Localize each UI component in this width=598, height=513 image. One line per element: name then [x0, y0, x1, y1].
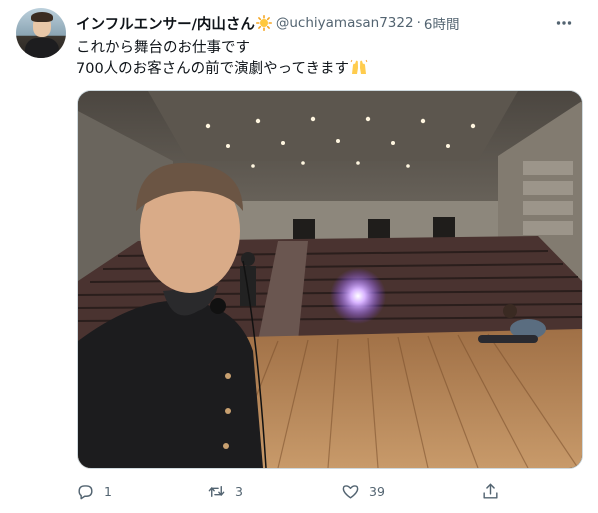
speech-bubble-icon — [78, 484, 93, 499]
avatar[interactable] — [16, 8, 66, 58]
theater-selfie-image — [78, 91, 582, 468]
more-options-button[interactable] — [554, 13, 574, 33]
tweet-header: インフルエンサー/内山さん @uchiyamasan7322 · 6時間 — [76, 13, 578, 33]
tweet-text-line-1: これから舞台のお仕事です — [76, 40, 250, 56]
retweet-button[interactable]: 3 — [207, 478, 243, 504]
more-horizontal-icon — [556, 21, 572, 25]
heart-icon — [342, 484, 359, 499]
share-button[interactable] — [481, 478, 500, 504]
display-name[interactable]: インフルエンサー/内山さん — [76, 13, 255, 34]
avatar-body — [25, 38, 59, 58]
user-handle[interactable]: @uchiyamasan7322 — [276, 15, 414, 31]
avatar-hair — [31, 12, 53, 22]
retweet-count: 3 — [235, 483, 243, 499]
retweet-arrows-icon — [208, 485, 225, 497]
tweet-text: これから舞台のお仕事です 700人のお客さんの前で演劇やってきます — [76, 38, 576, 80]
separator-dot: · — [416, 15, 421, 31]
tweet-photo[interactable] — [77, 90, 583, 469]
action-bar: 1 3 39 — [76, 478, 506, 504]
like-button[interactable]: 39 — [341, 478, 385, 504]
upload-arrow-icon — [483, 483, 498, 499]
tweet[interactable]: インフルエンサー/内山さん @uchiyamasan7322 · 6時間 これか… — [0, 0, 598, 513]
like-count: 39 — [369, 483, 385, 499]
reply-button[interactable]: 1 — [76, 478, 112, 504]
tweet-text-line-2: 700人のお客さんの前で演劇やってきます — [76, 61, 350, 77]
timestamp[interactable]: 6時間 — [424, 13, 460, 33]
tweet-text-line-2-wrap: 700人のお客さんの前で演劇やってきます — [76, 59, 576, 80]
reply-count: 1 — [104, 483, 112, 499]
sun-icon — [255, 15, 272, 31]
raised-hands-icon — [350, 59, 368, 75]
